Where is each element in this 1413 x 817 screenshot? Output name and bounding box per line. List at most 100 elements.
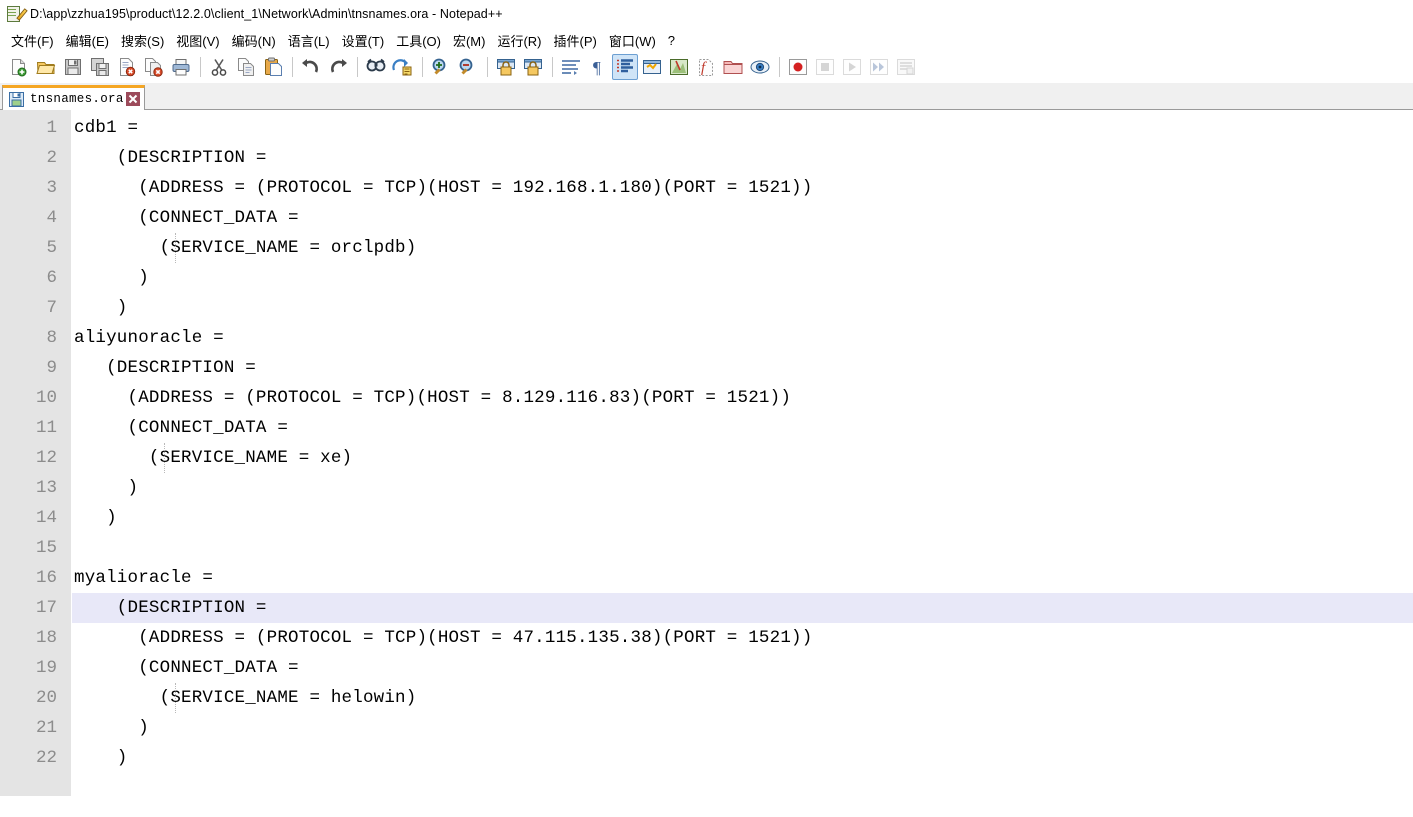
menu-search[interactable]: 搜索(S): [115, 29, 170, 52]
tab-label: tnsnames.ora: [30, 92, 124, 106]
code-line[interactable]: (SERVICE_NAME = helowin): [72, 683, 1413, 713]
code-line[interactable]: aliyunoracle =: [72, 323, 1413, 353]
toolbar-separator: [200, 57, 201, 77]
code-line[interactable]: (DESCRIPTION =: [72, 143, 1413, 173]
zoom-out-icon[interactable]: [455, 54, 481, 80]
menu-plugins[interactable]: 插件(P): [548, 29, 603, 52]
code-line[interactable]: ): [72, 263, 1413, 293]
code-line-current[interactable]: (DESCRIPTION =: [72, 593, 1413, 623]
menu-language[interactable]: 语言(L): [282, 29, 336, 52]
toolbar-separator: [357, 57, 358, 77]
open-file-icon[interactable]: [33, 54, 59, 80]
record-macro-icon[interactable]: [785, 54, 811, 80]
close-file-icon[interactable]: [114, 54, 140, 80]
toolbar-separator: [552, 57, 553, 77]
code-line[interactable]: (CONNECT_DATA =: [72, 413, 1413, 443]
paste-icon[interactable]: [260, 54, 286, 80]
line-number: 5: [46, 238, 57, 258]
line-number: 17: [35, 598, 57, 618]
undo-icon[interactable]: [298, 54, 324, 80]
close-all-files-icon[interactable]: [141, 54, 167, 80]
menu-window[interactable]: 窗口(W): [603, 29, 662, 52]
line-number: 7: [46, 298, 57, 318]
line-number: 2: [46, 148, 57, 168]
line-number: 8: [46, 328, 57, 348]
notepad-plus-plus-icon: [6, 5, 28, 23]
print-icon[interactable]: [168, 54, 194, 80]
code-line[interactable]: cdb1 =: [72, 113, 1413, 143]
sync-horizontal-scroll-icon[interactable]: [520, 54, 546, 80]
redo-icon[interactable]: [325, 54, 351, 80]
menu-file[interactable]: 文件(F): [5, 29, 60, 52]
title-bar: D:\app\zzhua195\product\12.2.0\client_1\…: [0, 0, 1413, 29]
line-number: 13: [35, 478, 57, 498]
code-line[interactable]: (ADDRESS = (PROTOCOL = TCP)(HOST = 192.1…: [72, 173, 1413, 203]
line-number: 18: [35, 628, 57, 648]
code-line[interactable]: (CONNECT_DATA =: [72, 203, 1413, 233]
code-line[interactable]: (DESCRIPTION =: [72, 353, 1413, 383]
cut-icon[interactable]: [206, 54, 232, 80]
code-canvas[interactable]: cdb1 = (DESCRIPTION = (ADDRESS = (PROTOC…: [72, 110, 1413, 817]
saved-file-icon: [9, 91, 24, 107]
line-number: 3: [46, 178, 57, 198]
close-icon[interactable]: [125, 92, 140, 106]
code-line[interactable]: ): [72, 743, 1413, 773]
code-line[interactable]: (ADDRESS = (PROTOCOL = TCP)(HOST = 47.11…: [72, 623, 1413, 653]
code-line[interactable]: ): [72, 473, 1413, 503]
zoom-in-icon[interactable]: [428, 54, 454, 80]
code-line[interactable]: ): [72, 713, 1413, 743]
line-number: 14: [35, 508, 57, 528]
code-line[interactable]: (SERVICE_NAME = orclpdb): [72, 233, 1413, 263]
line-number: 19: [35, 658, 57, 678]
line-number-gutter: 1 2 3 4 5 6 7 8 9 10 11 12 13 14 15 16 1…: [0, 110, 72, 796]
toolbar-separator: [779, 57, 780, 77]
find-icon[interactable]: [363, 54, 389, 80]
window-title: D:\app\zzhua195\product\12.2.0\client_1\…: [30, 7, 503, 21]
save-macro-icon[interactable]: [893, 54, 919, 80]
code-line[interactable]: [72, 533, 1413, 563]
editor-area[interactable]: 1 2 3 4 5 6 7 8 9 10 11 12 13 14 15 16 1…: [0, 110, 1413, 817]
menu-encoding[interactable]: 编码(N): [226, 29, 282, 52]
menu-tools[interactable]: 工具(O): [390, 29, 447, 52]
show-all-characters-icon[interactable]: [612, 54, 638, 80]
line-number: 10: [35, 388, 57, 408]
document-map-icon[interactable]: [747, 54, 773, 80]
code-line[interactable]: (SERVICE_NAME = xe): [72, 443, 1413, 473]
toolbar-separator: [292, 57, 293, 77]
toolbar-separator: [422, 57, 423, 77]
indent-guide-icon[interactable]: [639, 54, 665, 80]
stop-recording-icon[interactable]: [812, 54, 838, 80]
new-file-icon[interactable]: [6, 54, 32, 80]
svg-text:¶: ¶: [593, 58, 601, 77]
tab-tnsnames-ora[interactable]: tnsnames.ora: [2, 85, 145, 110]
code-line[interactable]: (ADDRESS = (PROTOCOL = TCP)(HOST = 8.129…: [72, 383, 1413, 413]
menu-view[interactable]: 视图(V): [170, 29, 225, 52]
toolbar-separator: [487, 57, 488, 77]
line-number: 12: [35, 448, 57, 468]
show-ui-map-icon[interactable]: [666, 54, 692, 80]
menu-settings[interactable]: 设置(T): [336, 29, 391, 52]
code-line[interactable]: ): [72, 503, 1413, 533]
menu-edit[interactable]: 编辑(E): [60, 29, 115, 52]
line-number: 21: [35, 718, 57, 738]
code-line[interactable]: ): [72, 293, 1413, 323]
play-macro-icon[interactable]: [839, 54, 865, 80]
run-macro-multiple-icon[interactable]: [866, 54, 892, 80]
menu-run[interactable]: 运行(R): [491, 29, 547, 52]
menu-help[interactable]: ?: [662, 31, 681, 50]
copy-icon[interactable]: [233, 54, 259, 80]
save-all-icon[interactable]: [87, 54, 113, 80]
sync-vertical-scroll-icon[interactable]: [493, 54, 519, 80]
code-line[interactable]: (CONNECT_DATA =: [72, 653, 1413, 683]
show-paragraph-marks-icon[interactable]: ¶: [585, 54, 611, 80]
code-line[interactable]: myalioracle =: [72, 563, 1413, 593]
line-number: 20: [35, 688, 57, 708]
toolbar: ¶ f: [0, 51, 1413, 84]
replace-icon[interactable]: [390, 54, 416, 80]
save-icon[interactable]: [60, 54, 86, 80]
folder-as-workspace-icon[interactable]: [720, 54, 746, 80]
function-list-icon[interactable]: f: [693, 54, 719, 80]
menu-macro[interactable]: 宏(M): [447, 29, 492, 52]
line-number: 15: [35, 538, 57, 558]
word-wrap-icon[interactable]: [558, 54, 584, 80]
